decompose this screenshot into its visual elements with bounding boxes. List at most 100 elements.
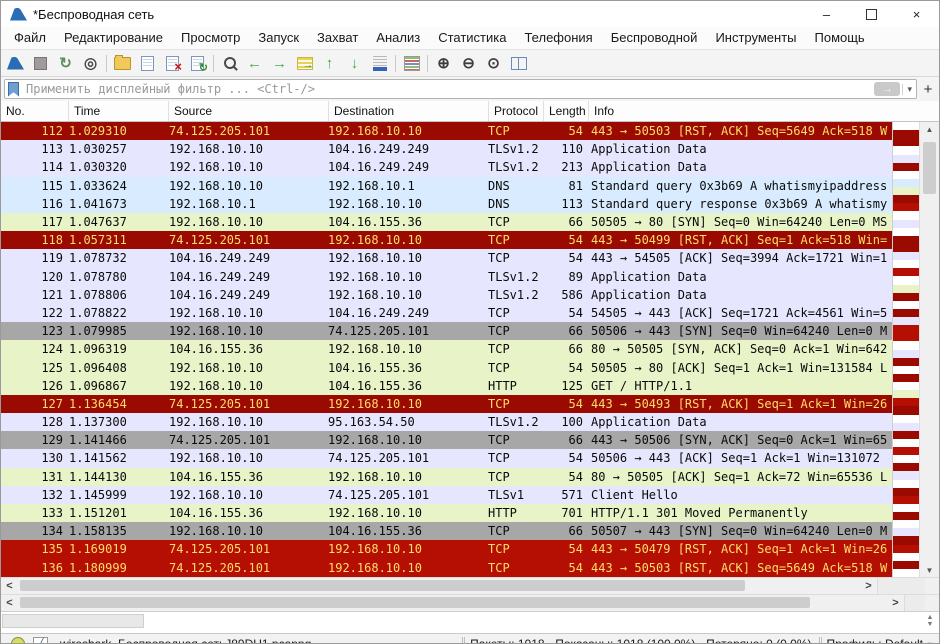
zoom-out-button[interactable]: ⊖ xyxy=(456,52,481,74)
menu-telephony[interactable]: Телефония xyxy=(515,27,601,49)
packet-row[interactable]: 1361.18099974.125.205.101192.168.10.10TC… xyxy=(1,559,892,577)
go-last-button[interactable]: ↓ xyxy=(342,52,367,74)
minimize-button[interactable]: – xyxy=(804,1,849,27)
hscroll1-right-icon[interactable]: > xyxy=(860,578,877,594)
cell-src: 192.168.10.10 xyxy=(163,306,323,320)
packet-row[interactable]: 1351.16901974.125.205.101192.168.10.10TC… xyxy=(1,540,892,558)
packet-row[interactable]: 1221.078822192.168.10.10104.16.249.249TC… xyxy=(1,304,892,322)
hscroll2-left-icon[interactable]: < xyxy=(1,595,18,611)
packet-row[interactable]: 1131.030257192.168.10.10104.16.249.249TL… xyxy=(1,140,892,158)
auto-scroll-button[interactable] xyxy=(367,52,392,74)
column-header-length[interactable]: Length xyxy=(544,101,589,121)
packet-row[interactable]: 1231.079985192.168.10.1074.125.205.101TC… xyxy=(1,322,892,340)
close-button[interactable]: × xyxy=(894,1,939,27)
packet-row[interactable]: 1321.145999192.168.10.1074.125.205.101TL… xyxy=(1,486,892,504)
menu-wireless[interactable]: Беспроводной xyxy=(602,27,707,49)
scroll-down-icon[interactable]: ▼ xyxy=(920,563,939,577)
hscroll2-thumb[interactable] xyxy=(20,597,810,608)
menu-statistics[interactable]: Статистика xyxy=(429,27,515,49)
packet-row[interactable]: 1181.05731174.125.205.101192.168.10.10TC… xyxy=(1,231,892,249)
menu-help[interactable]: Помощь xyxy=(806,27,874,49)
go-to-packet-button[interactable] xyxy=(292,52,317,74)
display-filter-input[interactable] xyxy=(24,80,874,98)
menu-file[interactable]: Файл xyxy=(5,27,55,49)
menu-tools[interactable]: Инструменты xyxy=(706,27,805,49)
capture-comment-icon[interactable]: ╱ xyxy=(33,637,48,644)
maximize-button[interactable] xyxy=(849,1,894,27)
column-header-protocol[interactable]: Protocol xyxy=(489,101,544,121)
close-file-button[interactable] xyxy=(160,52,185,74)
hscroll2-track[interactable] xyxy=(18,595,887,611)
minimap-stripe xyxy=(893,569,919,577)
packet-row[interactable]: 1141.030320192.168.10.10104.16.249.249TL… xyxy=(1,158,892,176)
expert-info-icon[interactable] xyxy=(11,637,25,644)
go-first-button[interactable]: ↑ xyxy=(317,52,342,74)
packet-row[interactable]: 1241.096319104.16.155.36192.168.10.10TCP… xyxy=(1,340,892,358)
packet-row[interactable]: 1341.158135192.168.10.10104.16.155.36TCP… xyxy=(1,522,892,540)
filter-dropdown-button[interactable]: ▾ xyxy=(902,84,916,95)
menu-analyze[interactable]: Анализ xyxy=(367,27,429,49)
collapsed-pane-thumb[interactable] xyxy=(2,614,144,628)
find-packet-button[interactable] xyxy=(217,52,242,74)
scroll-up-icon[interactable]: ▲ xyxy=(920,122,939,136)
column-header-info[interactable]: Info xyxy=(589,101,939,121)
filter-bookmark-icon[interactable] xyxy=(8,82,19,97)
colorize-packets-button[interactable] xyxy=(399,52,424,74)
packet-row[interactable]: 1251.096408192.168.10.10104.16.155.36TCP… xyxy=(1,358,892,376)
resize-columns-button[interactable] xyxy=(506,52,531,74)
packet-row[interactable]: 1201.078780104.16.249.249192.168.10.10TL… xyxy=(1,268,892,286)
restart-capture-button[interactable]: ↻ xyxy=(53,52,78,74)
capture-options-button[interactable]: ◎ xyxy=(78,52,103,74)
packet-row[interactable]: 1171.047637192.168.10.10104.16.155.36TCP… xyxy=(1,213,892,231)
packet-row[interactable]: 1191.078732104.16.249.249192.168.10.10TC… xyxy=(1,249,892,267)
packet-row[interactable]: 1261.096867192.168.10.10104.16.155.36HTT… xyxy=(1,377,892,395)
column-header-no[interactable]: No. xyxy=(1,101,69,121)
hscroll2-right-icon[interactable]: > xyxy=(887,595,904,611)
cell-proto: TCP xyxy=(483,470,538,484)
resize-grip-icon[interactable]: .. . xyxy=(927,638,935,644)
menu-capture[interactable]: Захват xyxy=(308,27,367,49)
stop-capture-button[interactable] xyxy=(28,52,53,74)
hscroll1-thumb[interactable] xyxy=(20,580,745,591)
packet-minimap[interactable] xyxy=(892,122,919,577)
start-capture-button[interactable] xyxy=(3,52,28,74)
packet-row[interactable]: 1161.041673192.168.10.1192.168.10.10DNS1… xyxy=(1,195,892,213)
open-file-button[interactable] xyxy=(110,52,135,74)
zoom-in-button[interactable]: ⊕ xyxy=(431,52,456,74)
minimap-stripe xyxy=(893,211,919,219)
column-header-source[interactable]: Source xyxy=(169,101,329,121)
packet-row[interactable]: 1271.13645474.125.205.101192.168.10.10TC… xyxy=(1,395,892,413)
hscroll1-left-icon[interactable]: < xyxy=(1,578,18,594)
pane-spinner[interactable]: ▲▼ xyxy=(921,612,939,628)
column-header-time[interactable]: Time xyxy=(69,101,169,121)
filter-add-button[interactable]: + xyxy=(920,81,936,98)
go-forward-button[interactable]: → xyxy=(267,52,292,74)
menu-go[interactable]: Запуск xyxy=(249,27,308,49)
packet-row[interactable]: 1211.078806104.16.249.249192.168.10.10TL… xyxy=(1,286,892,304)
packet-row[interactable]: 1311.144130104.16.155.36192.168.10.10TCP… xyxy=(1,468,892,486)
packet-row[interactable]: 1301.141562192.168.10.1074.125.205.101TC… xyxy=(1,449,892,467)
column-header-destination[interactable]: Destination xyxy=(329,101,489,121)
save-file-button[interactable] xyxy=(135,52,160,74)
profile-label[interactable]: Профиль: Default xyxy=(827,637,924,644)
cell-proto: TLSv1 xyxy=(483,488,538,502)
menu-view[interactable]: Просмотр xyxy=(172,27,249,49)
vertical-scroll-thumb[interactable] xyxy=(923,142,936,194)
zoom-original-button[interactable]: ⊙ xyxy=(481,52,506,74)
packet-row[interactable]: 1121.02931074.125.205.101192.168.10.10TC… xyxy=(1,122,892,140)
packet-row[interactable]: 1281.137300192.168.10.1095.163.54.50TLSv… xyxy=(1,413,892,431)
packet-row[interactable]: 1331.151201104.16.155.36192.168.10.10HTT… xyxy=(1,504,892,522)
reload-file-button[interactable] xyxy=(185,52,210,74)
spinner-up-icon[interactable]: ▲ xyxy=(927,614,934,621)
hscroll1-track[interactable] xyxy=(18,578,860,594)
vertical-scrollbar[interactable]: ▲ ▼ xyxy=(919,122,939,577)
menu-edit[interactable]: Редактирование xyxy=(55,27,172,49)
cell-proto: TLSv1.2 xyxy=(483,160,538,174)
go-back-button[interactable]: ← xyxy=(242,52,267,74)
filter-apply-button[interactable]: → xyxy=(874,82,900,96)
cell-src: 192.168.10.10 xyxy=(163,179,323,193)
spinner-down-icon[interactable]: ▼ xyxy=(927,621,934,628)
column-header-row: No. Time Source Destination Protocol Len… xyxy=(1,101,939,122)
packet-row[interactable]: 1291.14146674.125.205.101192.168.10.10TC… xyxy=(1,431,892,449)
packet-row[interactable]: 1151.033624192.168.10.10192.168.10.1DNS8… xyxy=(1,177,892,195)
